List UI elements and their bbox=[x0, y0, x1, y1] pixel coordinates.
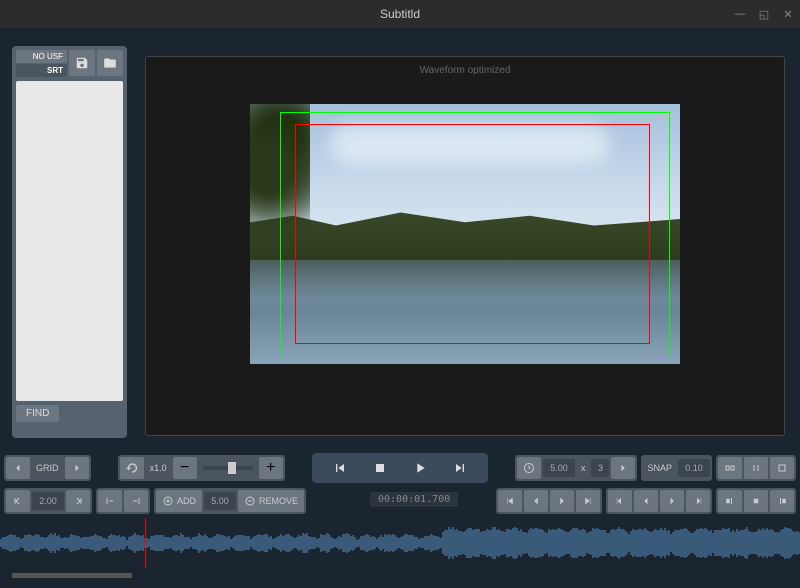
shift-right-button[interactable] bbox=[66, 490, 90, 512]
zoom-apply-button[interactable] bbox=[611, 457, 635, 479]
shift-group bbox=[4, 488, 92, 514]
remove-button[interactable]: REMOVE bbox=[238, 490, 304, 512]
transport-controls bbox=[312, 453, 488, 483]
play-button[interactable] bbox=[404, 456, 436, 480]
align-a-button[interactable] bbox=[718, 457, 742, 479]
prev-frame-button[interactable] bbox=[324, 456, 356, 480]
trim-a-button[interactable] bbox=[98, 490, 122, 512]
nav-next-button[interactable] bbox=[550, 490, 574, 512]
waveform bbox=[0, 526, 800, 560]
safe-area-inner bbox=[295, 124, 650, 344]
nav-end-button[interactable] bbox=[576, 490, 600, 512]
zoom-mult-x: x bbox=[577, 463, 590, 473]
grid-label: GRID bbox=[32, 463, 63, 473]
zoom-mult-input[interactable] bbox=[591, 459, 609, 477]
find-button[interactable]: FIND bbox=[16, 405, 59, 422]
nav-start-button[interactable] bbox=[498, 490, 522, 512]
speed-group: x1.0 − + bbox=[118, 455, 285, 481]
trim-b-button[interactable] bbox=[124, 490, 148, 512]
nav-group-2 bbox=[606, 488, 712, 514]
remove-icon bbox=[244, 495, 256, 507]
scrollbar[interactable] bbox=[12, 573, 132, 578]
add-button[interactable]: ADD bbox=[156, 490, 202, 512]
grid-prev-button[interactable] bbox=[6, 457, 30, 479]
titlebar: Subtitld — ◱ ✕ bbox=[0, 0, 800, 28]
format-usf[interactable]: NO USF bbox=[16, 50, 67, 63]
align-b-button[interactable] bbox=[744, 457, 768, 479]
speed-reset-button[interactable] bbox=[120, 457, 144, 479]
folder-icon bbox=[103, 56, 117, 70]
zoom-reset-button[interactable] bbox=[517, 457, 541, 479]
open-button[interactable] bbox=[97, 50, 123, 76]
shift-left-button[interactable] bbox=[6, 490, 30, 512]
subtitle-list[interactable] bbox=[16, 81, 123, 401]
timeline[interactable] bbox=[0, 518, 800, 568]
format-srt[interactable]: SRT bbox=[16, 64, 67, 77]
add-icon bbox=[162, 495, 174, 507]
next-frame-button[interactable] bbox=[444, 456, 476, 480]
grid-group: GRID bbox=[4, 455, 91, 481]
snap-group: SNAP bbox=[641, 455, 712, 481]
nav2-d-button[interactable] bbox=[686, 490, 710, 512]
stop-button[interactable] bbox=[364, 456, 396, 480]
preview-area: Waveform optimized bbox=[145, 56, 785, 436]
add-value-input[interactable] bbox=[204, 492, 236, 510]
align-c-button[interactable] bbox=[770, 457, 794, 479]
nav2-b-button[interactable] bbox=[634, 490, 658, 512]
history-icon bbox=[126, 462, 138, 474]
maximize-icon[interactable]: ◱ bbox=[756, 6, 772, 22]
window-controls: — ◱ ✕ bbox=[732, 6, 796, 22]
remove-label: REMOVE bbox=[259, 496, 298, 506]
add-label: ADD bbox=[177, 496, 196, 506]
speed-label: x1.0 bbox=[146, 463, 171, 473]
zoom-value-input[interactable] bbox=[543, 459, 575, 477]
nav-prev-button[interactable] bbox=[524, 490, 548, 512]
format-row: NO USF SRT bbox=[16, 50, 123, 77]
edge-a-button[interactable] bbox=[718, 490, 742, 512]
save-icon bbox=[75, 56, 89, 70]
status-text: Waveform optimized bbox=[146, 57, 784, 84]
close-icon[interactable]: ✕ bbox=[780, 6, 796, 22]
edge-b-button[interactable] bbox=[744, 490, 768, 512]
shift-value-input[interactable] bbox=[32, 492, 64, 510]
app-body: NO USF SRT FIND Waveform optimized bbox=[0, 28, 800, 588]
snap-value-input[interactable] bbox=[678, 459, 710, 477]
sidebar: NO USF SRT FIND bbox=[12, 46, 127, 438]
toolbar-row-1: GRID x1.0 − + x SNAP bbox=[0, 453, 800, 483]
edge-group bbox=[716, 488, 796, 514]
timecode-display: 00:00:01.700 bbox=[370, 492, 458, 507]
clock-icon bbox=[523, 462, 535, 474]
nav2-a-button[interactable] bbox=[608, 490, 632, 512]
add-remove-group: ADD REMOVE bbox=[154, 488, 306, 514]
format-labels: NO USF SRT bbox=[16, 50, 67, 77]
playhead[interactable] bbox=[145, 518, 146, 568]
nav2-c-button[interactable] bbox=[660, 490, 684, 512]
speed-minus-button[interactable]: − bbox=[173, 457, 197, 479]
nav-group-1 bbox=[496, 488, 602, 514]
align-group bbox=[716, 455, 796, 481]
snap-label: SNAP bbox=[643, 463, 676, 473]
minimize-icon[interactable]: — bbox=[732, 6, 748, 22]
zoom-group: x bbox=[515, 455, 638, 481]
window-title: Subtitld bbox=[380, 7, 420, 21]
video-preview[interactable] bbox=[250, 104, 680, 364]
trim-group-a bbox=[96, 488, 150, 514]
edge-c-button[interactable] bbox=[770, 490, 794, 512]
speed-slider[interactable] bbox=[203, 466, 253, 470]
slider-thumb[interactable] bbox=[228, 462, 236, 474]
grid-next-button[interactable] bbox=[65, 457, 89, 479]
speed-plus-button[interactable]: + bbox=[259, 457, 283, 479]
save-button[interactable] bbox=[69, 50, 95, 76]
